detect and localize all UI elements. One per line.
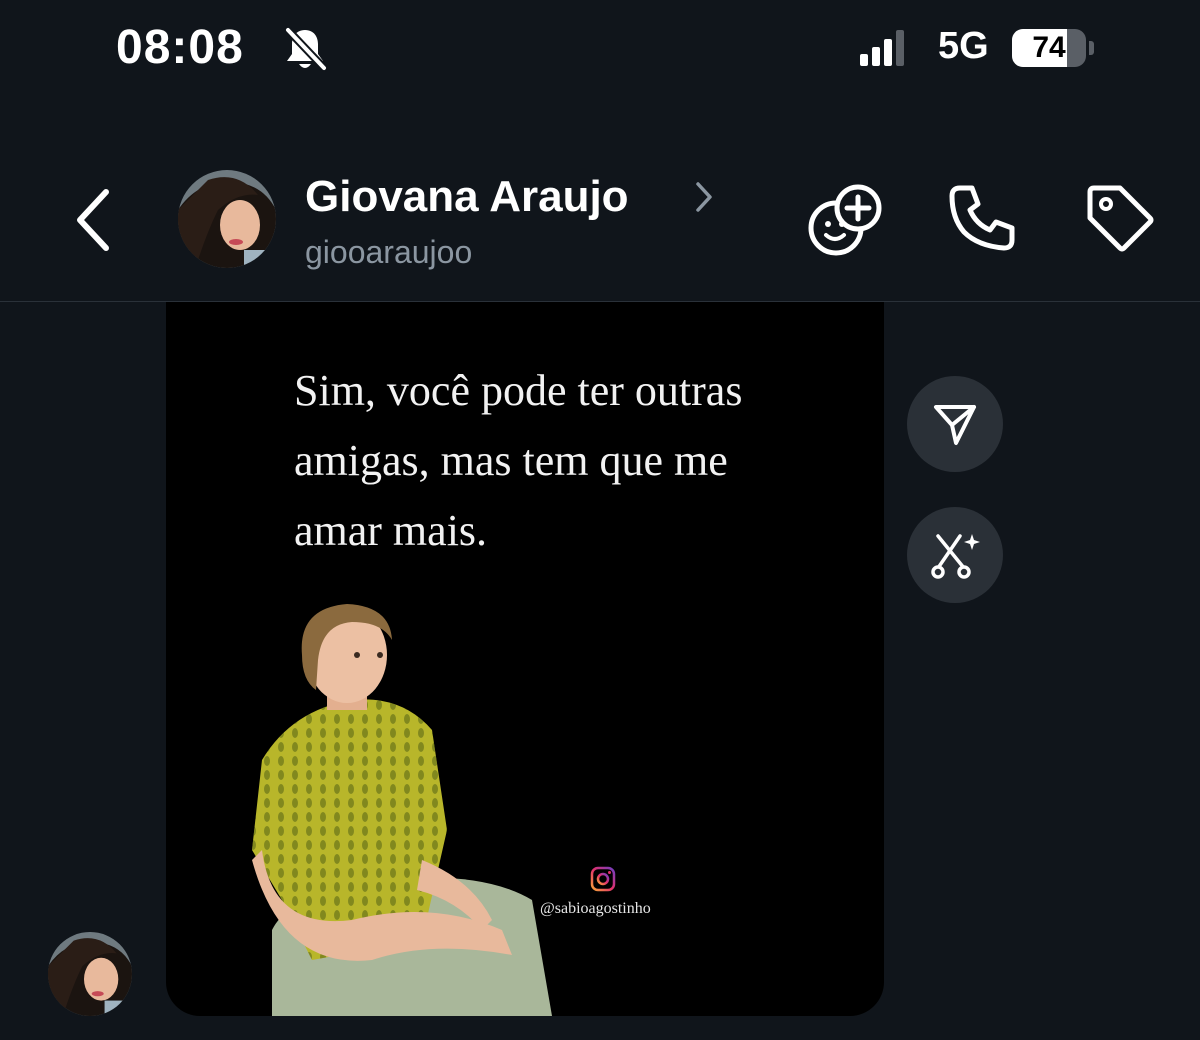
conversation-header: Giovana Araujo giooaraujoo <box>0 150 1200 300</box>
battery-tip <box>1089 41 1094 55</box>
person-photo <box>252 604 552 1016</box>
chevron-right-icon[interactable] <box>694 180 714 214</box>
contact-handle[interactable]: giooaraujoo <box>305 234 472 271</box>
clock: 08:08 <box>116 21 244 74</box>
status-bar: 08:08 5G 74 <box>0 0 1200 100</box>
image-message[interactable]: Sim, você pode ter outras amigas, mas te… <box>166 302 884 1016</box>
signal-bars-icon <box>860 30 904 66</box>
magic-scissors-icon <box>931 534 980 579</box>
bell-slash-icon <box>284 26 328 72</box>
add-people-icon[interactable] <box>806 182 884 260</box>
tag-icon[interactable] <box>1084 182 1156 254</box>
chevron-left-icon[interactable] <box>72 186 116 254</box>
contact-name[interactable]: Giovana Araujo <box>305 172 629 222</box>
phone-icon[interactable] <box>946 182 1018 254</box>
network-label: 5G <box>938 25 989 67</box>
battery-percent: 74 <box>1032 31 1066 64</box>
contact-avatar[interactable] <box>178 170 276 268</box>
watermark-handle: @sabioagostinho <box>540 900 651 917</box>
battery-indicator: 74 <box>1012 29 1086 67</box>
quote-text: Sim, você pode ter outras amigas, mas te… <box>294 366 743 555</box>
edit-image-button[interactable] <box>907 507 1003 603</box>
instagram-icon <box>590 866 616 892</box>
sender-avatar[interactable] <box>48 932 132 1016</box>
share-button[interactable] <box>907 376 1003 472</box>
send-icon <box>934 405 976 445</box>
